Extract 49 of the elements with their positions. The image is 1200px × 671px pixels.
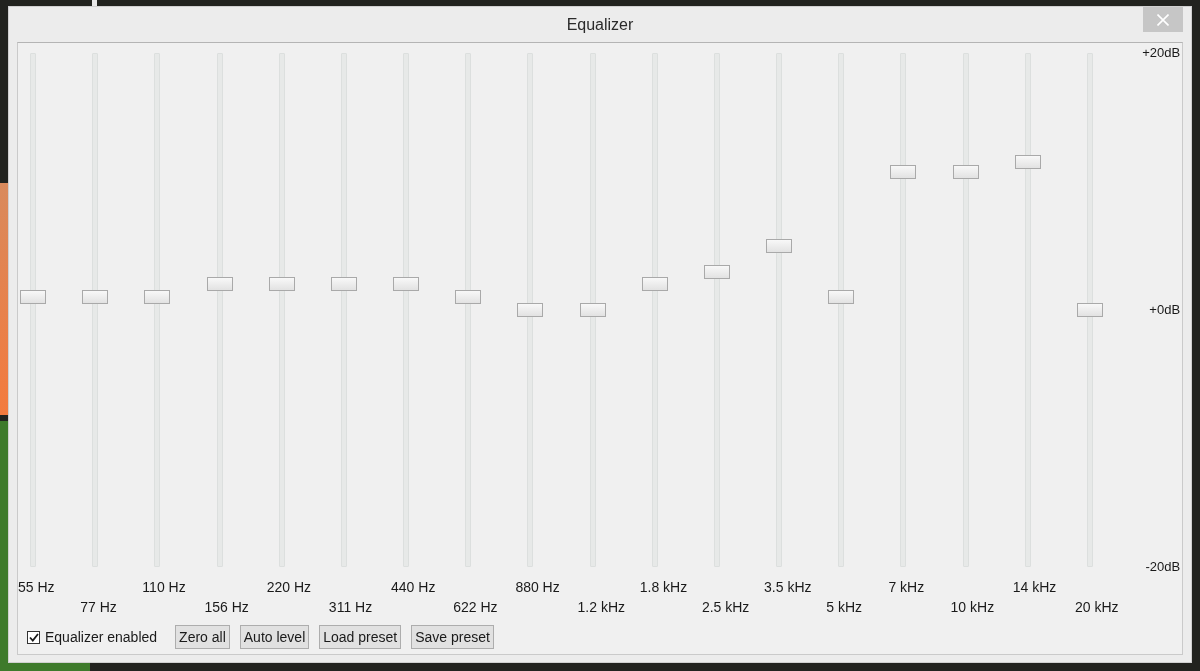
band-label: 14 kHz (1012, 579, 1057, 595)
action-button[interactable]: Load preset (319, 625, 402, 649)
band-label: 440 Hz (391, 579, 436, 595)
slider-handle[interactable] (890, 164, 917, 179)
action-button[interactable]: Zero all (175, 625, 230, 649)
checkbox-label[interactable]: Equalizer enabled (45, 629, 158, 645)
band-label: 220 Hz (266, 579, 312, 595)
slider-handle[interactable] (1014, 154, 1041, 169)
slider-handle[interactable] (579, 303, 606, 317)
slider-handle[interactable] (268, 277, 295, 292)
close-button[interactable] (1143, 7, 1183, 32)
band-label: 2.5 kHz (701, 599, 750, 615)
band-label: 311 Hz (328, 599, 373, 615)
slider-handle[interactable] (517, 303, 544, 317)
band-label: 20 kHz (1074, 599, 1119, 615)
band-label: 3.5 kHz (764, 579, 812, 595)
band-label: 156 Hz (204, 599, 249, 615)
checkbox[interactable] (27, 630, 40, 644)
slider-handle[interactable] (82, 290, 109, 305)
slider-handle[interactable] (952, 164, 979, 179)
slider-handle[interactable] (703, 264, 730, 279)
band-label: 77 Hz (80, 599, 117, 615)
scale-label: +20dB (1142, 45, 1181, 61)
scale-label: -20dB (1145, 559, 1181, 575)
band-label: 10 kHz (950, 599, 995, 615)
close-icon (1157, 13, 1169, 26)
band-label: 7 kHz (888, 579, 925, 595)
scale-label: +0dB (1149, 302, 1181, 318)
action-button[interactable]: Auto level (239, 625, 310, 649)
band-label: 110 Hz (142, 579, 186, 595)
window-title: Equalizer (566, 14, 634, 35)
slider-handle[interactable] (455, 290, 482, 305)
slider-handle[interactable] (766, 239, 793, 253)
band-label: 1.2 kHz (577, 599, 625, 615)
checkmark-icon (28, 632, 39, 642)
slider-handle[interactable] (828, 290, 855, 305)
slider-handle[interactable] (206, 277, 233, 292)
band-label: 55 Hz (18, 579, 55, 595)
slider-handle[interactable] (641, 277, 668, 292)
band-label: 5 kHz (826, 599, 863, 615)
band-label: 880 Hz (515, 579, 560, 595)
slider-handle[interactable] (393, 277, 420, 292)
action-button[interactable]: Save preset (411, 625, 494, 649)
slider-handle[interactable] (144, 290, 171, 305)
slider-handle[interactable] (330, 277, 357, 292)
band-label: 622 Hz (453, 599, 498, 615)
band-label: 1.8 kHz (639, 579, 688, 595)
slider-handle[interactable] (20, 290, 46, 305)
slider-handle[interactable] (1076, 303, 1103, 317)
